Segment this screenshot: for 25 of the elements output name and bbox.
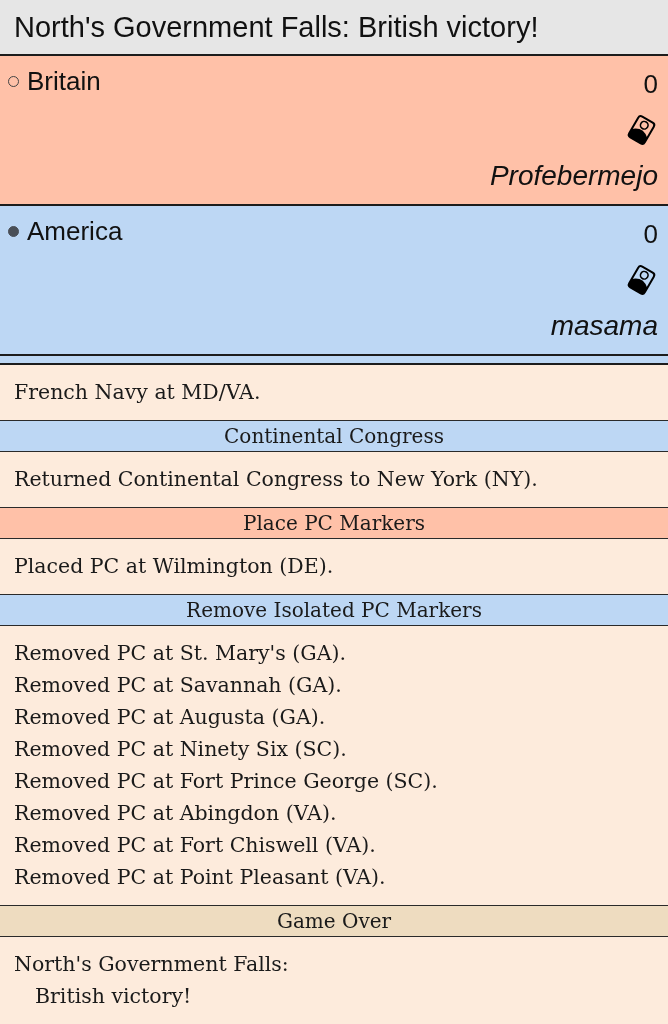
log-line: Removed PC at Abingdon (VA). bbox=[14, 800, 338, 827]
log-section-header: Place PC Markers bbox=[0, 507, 668, 539]
log-line: North's Government Falls: British victory! bbox=[14, 951, 290, 1010]
log-line: French Navy at MD/VA. bbox=[14, 379, 262, 406]
log-section-header: Game Over bbox=[0, 905, 668, 937]
player-username: Profebermejo bbox=[489, 159, 658, 193]
player-username: masama bbox=[550, 309, 658, 343]
faction-name: Britain bbox=[27, 65, 101, 97]
log-section-header: Continental Congress bbox=[0, 420, 668, 452]
person-card-icon bbox=[625, 263, 658, 297]
page-title: North's Government Falls: British victory! bbox=[14, 10, 539, 44]
player-score: 0 bbox=[643, 218, 658, 251]
log-line: Removed PC at Ninety Six (SC). bbox=[14, 736, 348, 763]
log-line: Removed PC at St. Mary's (GA). bbox=[14, 640, 347, 667]
log-line: Removed PC at Savannah (GA). bbox=[14, 672, 343, 699]
log-line: Removed PC at Point Pleasant (VA). bbox=[14, 864, 387, 891]
log-line: Placed PC at Wilmington (DE). bbox=[14, 553, 335, 580]
log-line: Removed PC at Fort Chiswell (VA). bbox=[14, 832, 377, 859]
log-line: Removed PC at Augusta (GA). bbox=[14, 704, 327, 731]
log-line: Returned Continental Congress to New York (NY). bbox=[14, 466, 539, 493]
player-score: 0 bbox=[643, 68, 658, 101]
faction-name: America bbox=[27, 215, 123, 247]
log-line: Removed PC at Fort Prince George (SC). bbox=[14, 768, 439, 795]
log-section-header: Remove Isolated PC Markers bbox=[0, 594, 668, 626]
person-card-icon bbox=[625, 113, 658, 147]
